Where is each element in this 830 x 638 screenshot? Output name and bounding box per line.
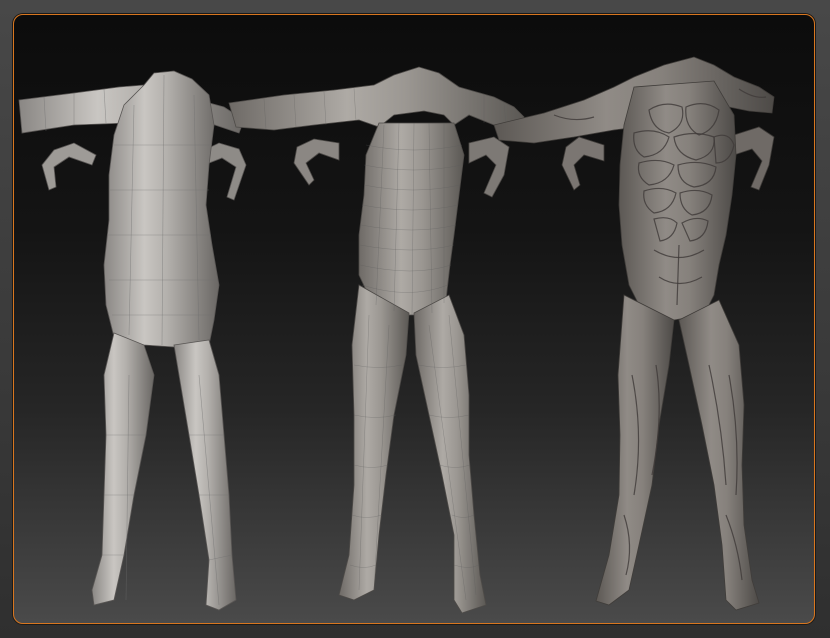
viewport-scene (18, 56, 775, 614)
3d-viewport[interactable] (13, 14, 815, 624)
subdivided-wireframe-mesh[interactable] (228, 66, 525, 614)
sculpted-detailed-mesh[interactable] (493, 56, 775, 611)
low-poly-base-mesh[interactable] (18, 70, 247, 611)
app-frame (0, 0, 830, 638)
